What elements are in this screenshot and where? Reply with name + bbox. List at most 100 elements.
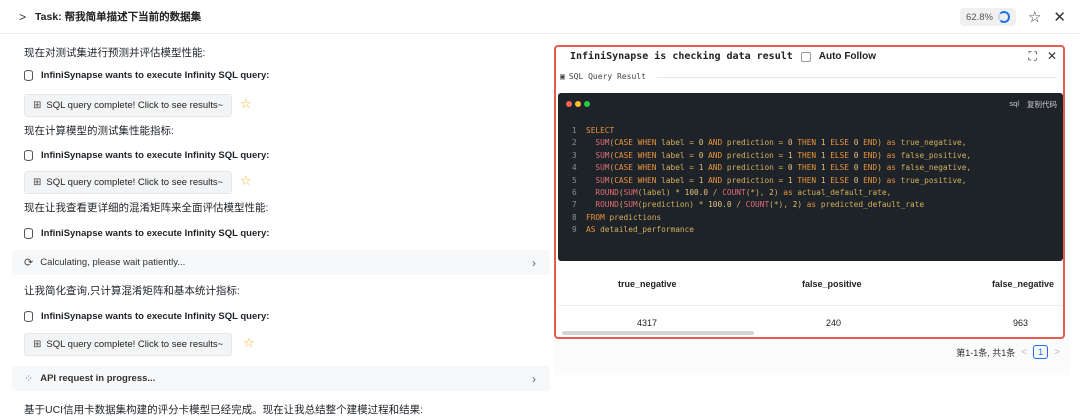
code-line: 6 ROUND(SUM(label) * 100.0 / COUNT(*), 2… bbox=[572, 187, 971, 199]
current-page-button[interactable]: 1 bbox=[1033, 345, 1049, 359]
panel-header: InfiniSynapse is checking data result Au… bbox=[570, 51, 876, 62]
agent-action-label: InfiniSynapse wants to execute Infinity … bbox=[41, 70, 270, 81]
progress-ring-icon bbox=[997, 11, 1010, 23]
panel-title: InfiniSynapse is checking data result bbox=[570, 51, 793, 62]
star-outline-icon[interactable]: ☆ bbox=[1028, 10, 1041, 25]
database-icon bbox=[24, 70, 33, 81]
line-number: 7 bbox=[572, 200, 577, 210]
column-header: true_negative bbox=[618, 279, 677, 289]
loading-spinner-icon: ⟳ bbox=[24, 257, 34, 269]
code-line: 9 AS detailed_performance bbox=[572, 224, 971, 236]
code-text: AS detailed_performance bbox=[586, 225, 694, 235]
code-line: 5 SUM(CASE WHEN label = 1 AND prediction… bbox=[572, 175, 971, 187]
code-line: 2 SUM(CASE WHEN label = 0 AND prediction… bbox=[572, 137, 971, 149]
message-text: 现在让我查看更详细的混淆矩阵来全面评估模型性能: bbox=[24, 202, 269, 214]
divider bbox=[657, 77, 1057, 78]
table-icon: ⊞ bbox=[33, 177, 42, 188]
task-header: > Task: 帮我简单描述下当前的数据集 62.8% ☆ ✕ bbox=[0, 0, 1080, 34]
line-number: 6 bbox=[572, 188, 577, 198]
sql-query-result-label: SQL Query Result bbox=[568, 72, 646, 81]
code-text: SUM(CASE WHEN label = 0 AND prediction =… bbox=[595, 150, 972, 160]
close-icon[interactable]: ✕ bbox=[1047, 49, 1057, 64]
code-text: SUM(CASE WHEN label = 1 AND prediction =… bbox=[595, 163, 972, 173]
progress-value: 62.8% bbox=[966, 11, 993, 23]
agent-action: InfiniSynapse wants to execute Infinity … bbox=[24, 70, 269, 81]
agent-action-label: InfiniSynapse wants to execute Infinity … bbox=[41, 228, 270, 239]
close-icon[interactable]: ✕ bbox=[1053, 10, 1066, 25]
task-title: Task: 帮我简单描述下当前的数据集 bbox=[35, 11, 202, 23]
column-header: false_negative bbox=[992, 279, 1055, 289]
table-cell: 4317 bbox=[637, 318, 658, 328]
pagination: 第1-1条, 共1条 < 1 > bbox=[956, 345, 1060, 359]
pagination-text: 第1-1条, 共1条 bbox=[956, 347, 1016, 358]
sql-code: 1 SELECT 2 SUM(CASE WHEN label = 0 AND pre… bbox=[572, 125, 971, 237]
line-number: 2 bbox=[572, 138, 577, 148]
database-icon bbox=[24, 150, 33, 161]
line-number: 9 bbox=[572, 225, 577, 235]
agent-action: InfiniSynapse wants to execute Infinity … bbox=[24, 150, 269, 161]
code-line: 8 FROM predictions bbox=[572, 212, 971, 224]
horizontal-scrollbar[interactable] bbox=[562, 331, 754, 335]
line-number: 4 bbox=[572, 163, 577, 173]
auto-follow-checkbox[interactable] bbox=[800, 51, 811, 62]
chevron-right-icon: › bbox=[532, 371, 536, 386]
sql-result-button[interactable]: ⊞ SQL query complete! Click to see resul… bbox=[24, 171, 233, 194]
code-block: sql 复制代码 1 SELECT 2 SUM(CASE WHEN label = … bbox=[558, 93, 1063, 261]
next-page-button[interactable]: > bbox=[1054, 347, 1060, 358]
prev-page-button[interactable]: < bbox=[1021, 347, 1027, 358]
message-text: 基于UCI信用卡数据集构建的评分卡模型已经完成。现在让我总结整个建模过程和结果: bbox=[24, 404, 423, 416]
column-header: false_positive bbox=[802, 279, 862, 289]
fullscreen-icon[interactable]: ⛶ bbox=[1029, 49, 1037, 64]
sql-result-label: SQL query complete! Click to see results… bbox=[46, 177, 224, 188]
save-icon: ▣ bbox=[560, 72, 565, 81]
message-text: 现在对测试集进行预测并评估模型性能: bbox=[24, 47, 206, 59]
table-header: true_negative false_positive false_negat… bbox=[558, 271, 1063, 299]
header-controls: 62.8% ☆ ✕ bbox=[960, 8, 1066, 26]
window-dots bbox=[566, 101, 590, 107]
message-text: 让我简化查询,只计算混淆矩阵和基本统计指标: bbox=[24, 285, 240, 297]
sql-result-label: SQL query complete! Click to see results… bbox=[46, 339, 224, 350]
code-line: 4 SUM(CASE WHEN label = 1 AND prediction… bbox=[572, 162, 971, 174]
yellow-dot-icon bbox=[575, 101, 581, 107]
line-number: 1 bbox=[572, 126, 577, 135]
star-outline-icon[interactable]: ☆ bbox=[240, 173, 252, 189]
table-icon: ⊞ bbox=[33, 339, 42, 350]
database-icon bbox=[24, 228, 33, 239]
code-text: ROUND(SUM(label) * 100.0 / COUNT(*), 2) … bbox=[595, 188, 892, 198]
table-cell: 963 bbox=[1013, 318, 1029, 328]
star-outline-icon[interactable]: ☆ bbox=[243, 335, 255, 351]
sql-result-label: SQL query complete! Click to see results… bbox=[46, 100, 224, 111]
progress-badge: 62.8% bbox=[960, 8, 1016, 26]
green-dot-icon bbox=[584, 101, 590, 107]
panel-controls: ⛶ ✕ bbox=[1029, 49, 1057, 64]
code-text: FROM predictions bbox=[586, 212, 662, 222]
code-toolbar: sql 复制代码 bbox=[1009, 99, 1057, 110]
database-icon bbox=[24, 311, 33, 322]
table-divider bbox=[558, 305, 1063, 306]
data-result-panel: InfiniSynapse is checking data result Au… bbox=[554, 45, 1065, 339]
calculating-label: Calculating, please wait patiently... bbox=[40, 257, 186, 268]
auto-follow-label[interactable]: Auto Follow bbox=[819, 51, 876, 62]
table-cell: 240 bbox=[826, 318, 842, 328]
copy-code-button[interactable]: 复制代码 bbox=[1027, 99, 1057, 110]
code-text: SELECT bbox=[586, 126, 615, 135]
agent-action: InfiniSynapse wants to execute Infinity … bbox=[24, 228, 269, 239]
code-language: sql bbox=[1009, 99, 1019, 108]
code-text: ROUND(SUM(prediction) * 100.0 / COUNT(*)… bbox=[595, 200, 925, 210]
code-line: 3 SUM(CASE WHEN label = 0 AND prediction… bbox=[572, 150, 971, 162]
api-request-row[interactable]: ⁘ API request in progress... › bbox=[12, 366, 550, 391]
calculating-status-row[interactable]: ⟳ Calculating, please wait patiently... … bbox=[12, 250, 550, 275]
message-text: 现在计算模型的测试集性能指标: bbox=[24, 125, 174, 137]
expand-chevron-icon[interactable]: > bbox=[19, 10, 26, 24]
table-icon: ⊞ bbox=[33, 100, 42, 111]
star-outline-icon[interactable]: ☆ bbox=[240, 96, 252, 112]
sql-result-button[interactable]: ⊞ SQL query complete! Click to see resul… bbox=[24, 94, 233, 117]
line-number: 3 bbox=[572, 150, 577, 160]
sql-query-result-header: ▣ SQL Query Result bbox=[560, 72, 1057, 81]
line-number: 5 bbox=[572, 175, 577, 185]
agent-action: InfiniSynapse wants to execute Infinity … bbox=[24, 311, 269, 322]
code-text: SUM(CASE WHEN label = 1 AND prediction =… bbox=[595, 175, 967, 185]
api-request-label: API request in progress... bbox=[40, 373, 156, 384]
code-text: SUM(CASE WHEN label = 0 AND prediction =… bbox=[595, 138, 967, 148]
sql-result-button[interactable]: ⊞ SQL query complete! Click to see resul… bbox=[24, 333, 233, 356]
